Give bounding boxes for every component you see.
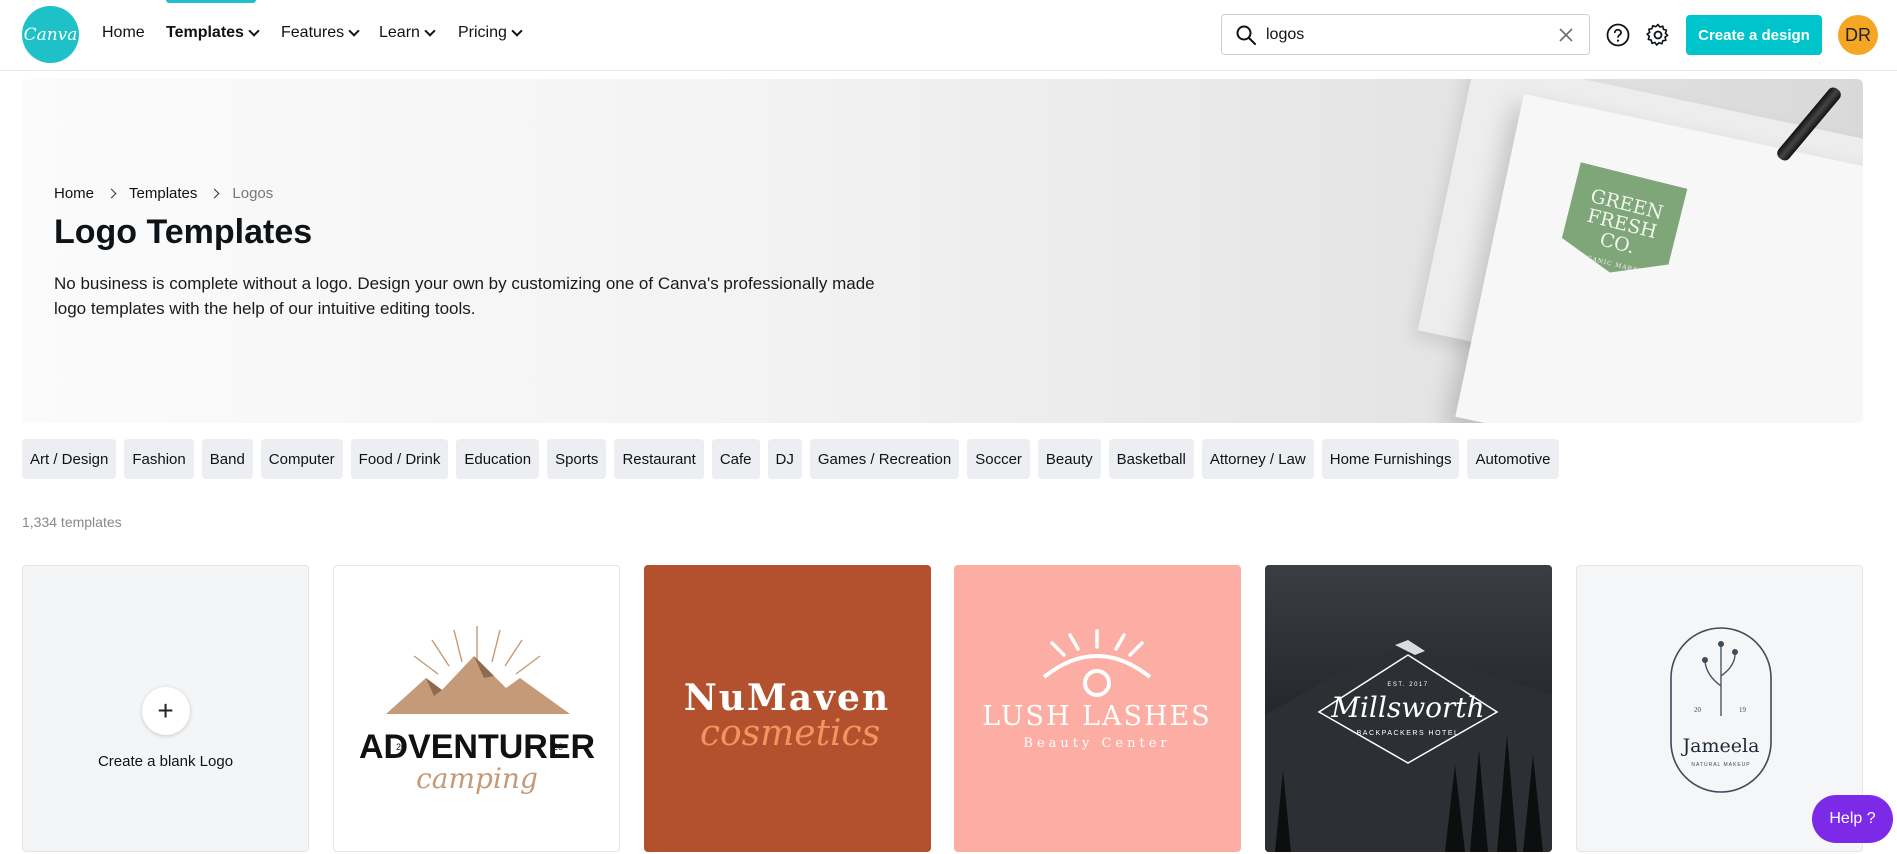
lush-title: LUSH LASHES [982,701,1212,732]
chevron-down-icon [248,25,260,37]
canva-logo[interactable]: Canva [22,6,79,63]
chip-food-drink[interactable]: Food / Drink [350,439,449,479]
active-nav-indicator [166,0,256,3]
nav-learn-label: Learn [379,24,420,41]
chevron-down-icon [511,25,523,37]
category-chips: Art / Design Fashion Band Computer Food … [22,439,1559,479]
template-card-millsworth[interactable]: EST. 2017 Millsworth BACKPACKERS HOTEL [1265,565,1552,852]
search-box [1221,14,1590,55]
chip-band[interactable]: Band [201,439,253,479]
chip-dj[interactable]: DJ [767,439,802,479]
chip-automotive[interactable]: Automotive [1467,439,1559,479]
chip-computer[interactable]: Computer [260,439,343,479]
search-input[interactable] [1266,23,1536,47]
breadcrumb-templates[interactable]: Templates [129,185,197,202]
breadcrumb: Home Templates Logos [54,185,273,202]
numaven-script: cosmetics [700,713,880,754]
chip-fashion[interactable]: Fashion [124,439,194,479]
create-blank-logo-card[interactable]: + Create a blank Logo [22,565,309,852]
avatar-initials: DR [1845,24,1871,45]
chevron-right-icon [106,188,117,199]
adventurer-year-right: 20 [553,742,563,752]
template-count: 1,334 templates [22,514,122,530]
top-navbar: Canva Home Templates Features Learn Pric… [0,0,1897,71]
adventurer-script: camping [416,762,538,795]
adventurer-logo-art: ADVENTURER 20 20 camping [359,626,595,795]
nav-learn[interactable]: Learn [379,24,436,42]
search-icon [1236,25,1256,45]
jameela-year-left: 20 [1694,706,1702,714]
jameela-year-right: 19 [1739,706,1747,714]
millsworth-title: Millsworth [1330,691,1484,724]
jameela-sub: NATURAL MAKEUP [1691,762,1750,768]
nav-templates-label: Templates [166,24,244,41]
chip-soccer[interactable]: Soccer [967,439,1030,479]
breadcrumb-current: Logos [232,185,274,202]
nav-home[interactable]: Home [102,24,145,42]
nav-pricing[interactable]: Pricing [458,24,523,42]
nav-templates[interactable]: Templates [166,24,260,42]
chip-sports[interactable]: Sports [547,439,607,479]
breadcrumb-home[interactable]: Home [54,185,94,202]
chevron-down-icon [424,25,436,37]
nav-features-label: Features [281,24,345,41]
millsworth-logo-art: EST. 2017 Millsworth BACKPACKERS HOTEL [1265,640,1552,852]
create-design-button[interactable]: Create a design [1686,15,1822,55]
chip-restaurant[interactable]: Restaurant [614,439,704,479]
help-circle-icon[interactable] [1605,22,1631,48]
chip-games-recreation[interactable]: Games / Recreation [809,439,960,479]
numaven-logo-art: NuMaven cosmetics [684,677,888,754]
lush-sub: Beauty Center [1023,736,1170,751]
avatar[interactable]: DR [1838,15,1878,55]
plus-icon: + [141,687,190,735]
lush-lashes-logo-art: LUSH LASHES Beauty Center [982,629,1212,751]
nav-home-label: Home [102,24,145,41]
chip-attorney-law[interactable]: Attorney / Law [1201,439,1314,479]
hero-banner: GREEN FRESH CO. ORGANIC MARKET ♥ Home Te… [22,79,1863,423]
template-card-numaven[interactable]: NuMaven cosmetics [644,565,931,852]
jameela-title: Jameela [1681,735,1760,757]
template-card-adventurer[interactable]: ADVENTURER 20 20 camping [333,565,620,852]
chip-education[interactable]: Education [456,439,540,479]
chevron-down-icon [348,25,360,37]
chip-beauty[interactable]: Beauty [1037,439,1101,479]
millsworth-est: EST. 2017 [1387,682,1428,688]
chip-cafe[interactable]: Cafe [711,439,760,479]
page-title: Logo Templates [54,213,313,251]
chip-home-furnishings[interactable]: Home Furnishings [1321,439,1460,479]
help-button[interactable]: Help ? [1812,795,1893,843]
millsworth-sub: BACKPACKERS HOTEL [1357,730,1460,737]
nav-features[interactable]: Features [281,24,360,42]
logo-text: Canva [23,24,78,45]
chevron-right-icon [209,188,220,199]
create-blank-label: Create a blank Logo [97,753,234,770]
clear-search-icon[interactable] [1557,26,1575,44]
chip-basketball[interactable]: Basketball [1108,439,1194,479]
adventurer-year-left: 20 [396,742,406,752]
gear-icon[interactable] [1645,22,1671,48]
nav-pricing-label: Pricing [458,24,507,41]
page-description: No business is complete without a logo. … [54,274,875,318]
chip-art-design[interactable]: Art / Design [22,439,117,479]
template-card-lush-lashes[interactable]: LUSH LASHES Beauty Center [954,565,1241,852]
